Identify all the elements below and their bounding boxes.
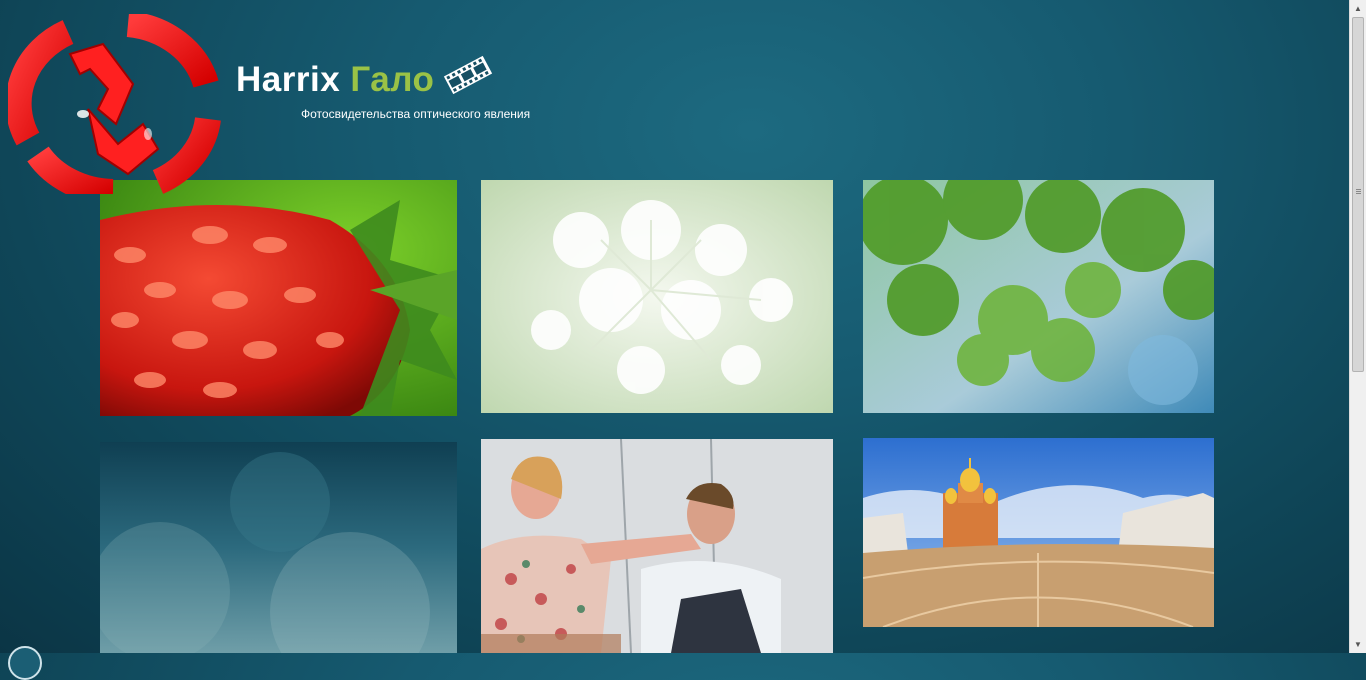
gallery-photo-strawberry[interactable]	[100, 180, 457, 416]
scroll-to-top-button[interactable]	[8, 646, 42, 680]
site-title-main: Harrix	[236, 60, 341, 99]
scroll-down-arrow-icon[interactable]: ▼	[1350, 636, 1366, 653]
film-strip-icon	[443, 55, 493, 95]
vertical-scrollbar[interactable]: ▲ ▼	[1349, 0, 1366, 653]
gallery-photo-blue-sky-blur[interactable]	[100, 442, 457, 653]
site-tagline: Фотосвидетельства оптического явления	[301, 107, 531, 121]
scrollbar-thumb[interactable]	[1352, 17, 1364, 372]
grip-icon	[1356, 189, 1361, 190]
gallery-photo-couple-portrait[interactable]	[481, 439, 833, 653]
gallery-photo-church-panorama[interactable]	[863, 438, 1214, 627]
gallery-photo-green-leaves[interactable]	[863, 180, 1214, 413]
gallery-photo-white-flowers[interactable]	[481, 180, 833, 413]
site-logo-icon[interactable]	[8, 14, 223, 194]
scroll-up-arrow-icon[interactable]: ▲	[1350, 0, 1366, 17]
site-title[interactable]: Harrix Гало	[236, 60, 434, 100]
site-title-accent: Гало	[350, 60, 435, 99]
